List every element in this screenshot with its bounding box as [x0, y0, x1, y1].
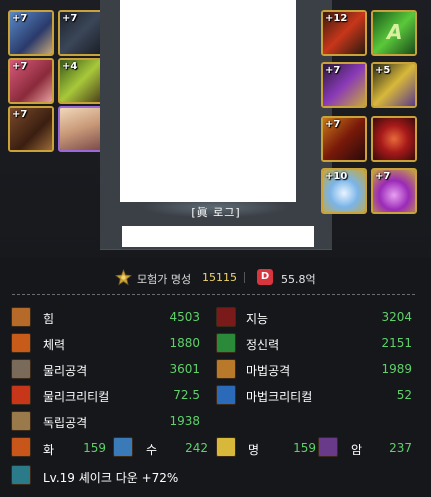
- light-element-icon: [216, 437, 236, 457]
- stat-label: 마법공격: [246, 364, 291, 378]
- character-image: [120, 0, 296, 202]
- necklace-slot[interactable]: +5: [371, 62, 417, 108]
- magic-stone-slot[interactable]: +10: [321, 168, 367, 214]
- sub-equipment-icon: [373, 118, 415, 160]
- stat-label: 물리공격: [43, 364, 88, 378]
- weapon-slot[interactable]: +7: [8, 10, 54, 56]
- independent-attack-icon: [11, 411, 31, 431]
- equipment-area: +7 +7 +7 +4 +7 [眞 로그] +12 A +7 +5 +7 +10…: [0, 0, 431, 258]
- d-value: 55.8억: [281, 273, 316, 286]
- fame-icon: [115, 269, 132, 286]
- fire-element-icon: [11, 437, 31, 457]
- enhance-level: +7: [325, 65, 341, 76]
- shake-down-icon: [11, 465, 31, 485]
- physical-critical-icon: [11, 385, 31, 405]
- element-value: 237: [389, 441, 412, 455]
- bottom-armor-slot[interactable]: +7: [8, 58, 54, 104]
- stat-value: 3601: [169, 362, 200, 376]
- physical-attack-icon: [11, 359, 31, 379]
- stat-value: 3204: [381, 310, 412, 324]
- strength-icon: [11, 307, 31, 327]
- character-info-panel: +7 +7 +7 +4 +7 [眞 로그] +12 A +7 +5 +7 +10…: [0, 0, 431, 497]
- shoes-slot[interactable]: +7: [8, 106, 54, 152]
- element-label: 명: [248, 443, 260, 457]
- magic-attack-icon: [216, 359, 236, 379]
- fame-value: 15115: [202, 271, 237, 284]
- d-badge: D: [257, 269, 273, 285]
- enhance-level: +4: [62, 61, 78, 72]
- vitality-icon: [11, 333, 31, 353]
- stat-label: 정신력: [246, 338, 280, 352]
- element-value: 159: [293, 441, 316, 455]
- stat-label: 힘: [43, 312, 55, 326]
- stat-label: 지능: [246, 312, 269, 326]
- divider-line: [12, 294, 415, 295]
- enhance-level: +7: [12, 13, 28, 24]
- stat-value: 1989: [381, 362, 412, 376]
- divider: [244, 272, 245, 283]
- top-armor-slot[interactable]: +7: [58, 10, 104, 56]
- character-name-area: [122, 226, 314, 247]
- stat-value: 4503: [169, 310, 200, 324]
- earring-slot[interactable]: +7: [371, 168, 417, 214]
- character-portrait-icon: [60, 108, 102, 150]
- enhance-level: +5: [375, 65, 391, 76]
- portrait-slot[interactable]: [58, 106, 104, 152]
- stat-value: 1880: [169, 336, 200, 350]
- ring-slot[interactable]: +7: [321, 116, 367, 162]
- fame-row: 모험가 명성 15115 D 55.8억: [0, 266, 431, 290]
- enhance-level: +7: [325, 119, 341, 130]
- spirit-icon: [216, 333, 236, 353]
- magic-critical-icon: [216, 385, 236, 405]
- enhance-level: +10: [325, 171, 348, 182]
- sub-equipment-slot[interactable]: [371, 116, 417, 162]
- stat-label: 독립공격: [43, 416, 88, 430]
- stat-value: 52: [396, 388, 412, 402]
- weapon-right-slot[interactable]: +12: [321, 10, 367, 56]
- enhance-level: +7: [375, 171, 391, 182]
- stat-label: 물리크리티컬: [43, 390, 110, 404]
- enhance-level: +7: [62, 13, 78, 24]
- bracelet-slot[interactable]: +7: [321, 62, 367, 108]
- enhance-level: +7: [12, 61, 28, 72]
- character-name: [眞 로그]: [191, 206, 241, 219]
- title-letter: A: [387, 20, 403, 44]
- fame-label: 모험가 명성: [137, 273, 192, 286]
- enhance-level: +12: [325, 13, 348, 24]
- element-label: 암: [351, 443, 363, 457]
- stat-label: 체력: [43, 338, 66, 352]
- intelligence-icon: [216, 307, 236, 327]
- stat-value: 72.5: [173, 388, 200, 402]
- title-slot[interactable]: A: [371, 10, 417, 56]
- shoulder-slot[interactable]: +4: [58, 58, 104, 104]
- buff-text: Lv.19 셰이크 다운 +72%: [43, 471, 179, 485]
- element-value: 242: [185, 441, 208, 455]
- element-label: 화: [43, 443, 55, 457]
- stat-value: 1938: [169, 414, 200, 428]
- element-label: 수: [146, 443, 158, 457]
- character-preview: [眞 로그]: [100, 0, 332, 250]
- dark-element-icon: [318, 437, 338, 457]
- water-element-icon: [113, 437, 133, 457]
- enhance-level: +7: [12, 109, 28, 120]
- stat-value: 2151: [381, 336, 412, 350]
- stat-label: 마법크리티컬: [246, 390, 313, 404]
- element-value: 159: [83, 441, 106, 455]
